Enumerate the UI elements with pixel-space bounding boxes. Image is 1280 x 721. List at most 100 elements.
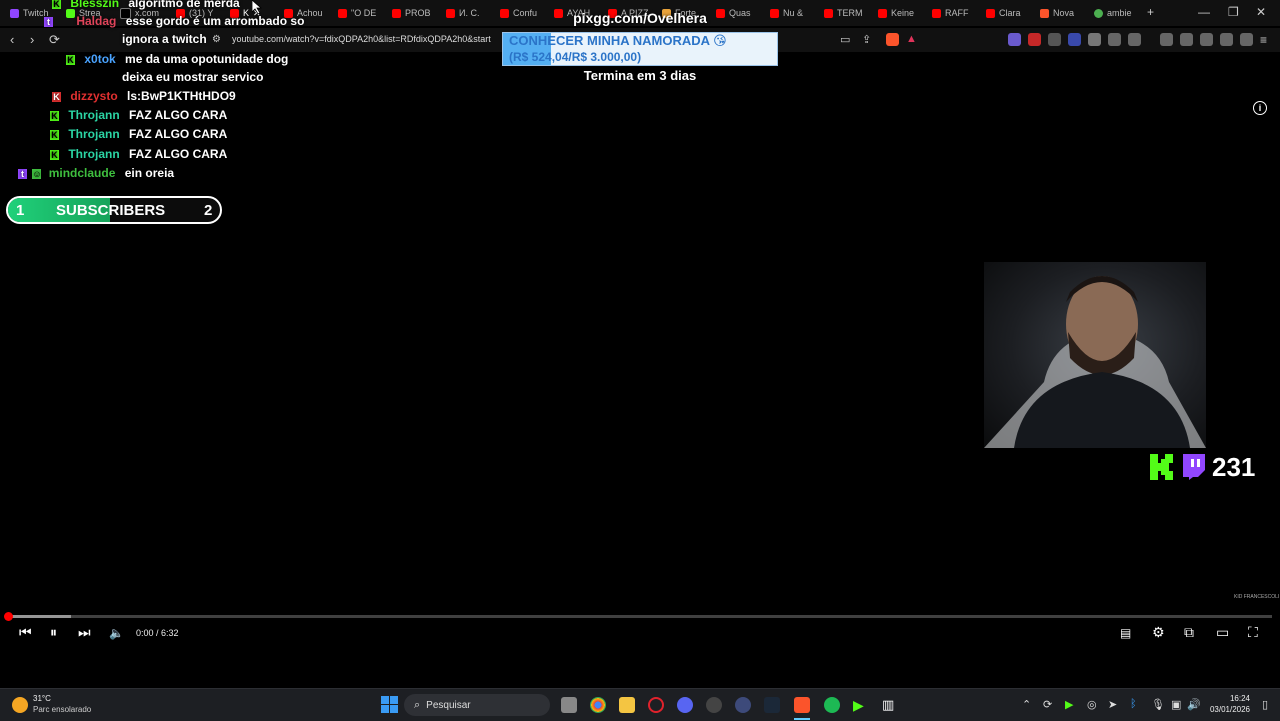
chat-text: ein oreia	[124, 166, 175, 180]
info-icon[interactable]: i	[1253, 101, 1267, 115]
chat-username: Blesszin	[70, 0, 120, 10]
chat-message: K Throjann FAZ ALGO CARA	[50, 127, 227, 141]
tray-icon[interactable]: ➤	[1108, 698, 1117, 711]
tab-label: PROB	[405, 8, 431, 18]
discord-icon[interactable]	[677, 697, 693, 713]
forward-icon[interactable]: ›	[30, 32, 34, 47]
weather-icon[interactable]	[12, 697, 28, 713]
tray-icon[interactable]: ◎	[1087, 698, 1097, 711]
theater-mode-icon[interactable]: ▭	[1216, 624, 1229, 641]
extension-icon[interactable]	[1008, 33, 1021, 46]
media-icon[interactable]	[1160, 33, 1173, 46]
volume-icon[interactable]: 🔈	[109, 626, 124, 640]
tray-overflow-icon[interactable]: ⌃	[1022, 698, 1031, 711]
extension-icon[interactable]	[1068, 33, 1081, 46]
wallet-icon[interactable]	[1200, 33, 1213, 46]
windows-start-icon[interactable]	[381, 696, 398, 713]
brave-icon[interactable]	[794, 697, 810, 713]
subtitles-icon[interactable]: ▤	[1120, 626, 1131, 640]
progress-track[interactable]	[8, 615, 1272, 618]
vpn-icon[interactable]	[1240, 33, 1253, 46]
watermark: KID FRANCESCOLI	[1234, 594, 1280, 600]
screenshot-icon[interactable]	[1128, 33, 1141, 46]
notifications-icon[interactable]: ▯	[1262, 698, 1268, 711]
tray-icon[interactable]: ⟳	[1043, 698, 1052, 711]
browser-tab[interactable]: RAFF	[932, 5, 980, 21]
clock-date[interactable]: 03/01/2026	[1206, 705, 1250, 714]
weather-description[interactable]: Parc ensolarado	[33, 705, 91, 714]
network-icon[interactable]: ▣	[1171, 698, 1181, 711]
leo-ai-icon[interactable]	[1220, 33, 1233, 46]
opera-icon[interactable]	[648, 697, 664, 713]
chat-username: x0tok	[84, 52, 116, 66]
spotify-icon[interactable]	[824, 697, 840, 713]
back-icon[interactable]: ‹	[10, 32, 14, 47]
next-icon[interactable]: ⏭	[78, 624, 91, 641]
task-view-icon[interactable]	[561, 697, 577, 713]
chrome-icon[interactable]	[590, 697, 606, 713]
browser-tab[interactable]: TERM	[824, 5, 872, 21]
extension-icon[interactable]	[1048, 33, 1061, 46]
file-explorer-icon[interactable]	[619, 697, 635, 713]
close-window-button[interactable]: ✕	[1256, 5, 1266, 19]
brave-icon	[1040, 8, 1049, 18]
share-icon[interactable]: ⇪	[862, 33, 871, 46]
pause-icon[interactable]: ⏸	[50, 624, 57, 641]
tab-label: Confu	[513, 8, 538, 18]
menu-icon[interactable]: ≡	[1260, 33, 1267, 47]
brave-shields-icon[interactable]	[886, 33, 899, 46]
youtube-icon	[986, 8, 995, 18]
subscriber-badge-icon: ☺	[32, 169, 42, 179]
miniplayer-icon[interactable]: ⧉	[1184, 624, 1194, 641]
browser-tab[interactable]: PROB	[392, 5, 440, 21]
brave-rewards-icon[interactable]: ▲	[906, 33, 919, 46]
previous-icon[interactable]: ⏮	[19, 624, 32, 641]
steam-icon[interactable]	[764, 697, 780, 713]
chrome-icon	[1094, 8, 1103, 18]
sidebar-icon[interactable]	[1180, 33, 1193, 46]
settings-icon[interactable]: ⚙	[1152, 624, 1165, 641]
app-icon[interactable]: ▥	[882, 697, 898, 713]
clock-time[interactable]: 16:24	[1210, 694, 1250, 703]
browser-tab[interactable]: Keine	[878, 5, 926, 21]
bluetooth-icon[interactable]: ᛒ	[1130, 698, 1137, 710]
speaker-icon[interactable]: 🔊	[1187, 698, 1201, 711]
url-field[interactable]: youtube.com/watch?v=fdixQDPA2h0&list=RDf…	[232, 34, 491, 44]
reload-icon[interactable]: ⟳	[49, 32, 60, 48]
viewer-count-widget: 231	[1150, 452, 1255, 482]
app-icon[interactable]	[735, 697, 751, 713]
windows-taskbar: 31°C Parc ensolarado ⌕ Pesquisar ▶ ▥ ⌃ ⟳…	[0, 688, 1280, 721]
extensions-puzzle-icon[interactable]	[1108, 33, 1121, 46]
extension-icon[interactable]	[1028, 33, 1041, 46]
chat-message: deixa eu mostrar servico	[122, 70, 263, 84]
microphone-icon[interactable]: 🎙	[1151, 698, 1165, 711]
site-settings-icon[interactable]: ⚙	[212, 34, 221, 45]
cast-icon[interactable]: ▭	[840, 33, 850, 46]
browser-tab[interactable]: Nova	[1040, 5, 1088, 21]
weather-temp[interactable]: 31°C	[33, 694, 51, 703]
tab-label: И. С.	[459, 8, 480, 18]
tray-icon[interactable]: ▶	[1065, 698, 1073, 711]
extension-icon[interactable]	[1088, 33, 1101, 46]
browser-tab[interactable]: Clara	[986, 5, 1034, 21]
browser-tab[interactable]: ambie	[1094, 5, 1138, 21]
fullscreen-icon[interactable]: ⛶	[1248, 624, 1258, 641]
youtube-icon	[878, 8, 887, 18]
progress-scrubber[interactable]	[4, 612, 13, 621]
app-icon[interactable]: ▶	[853, 697, 869, 713]
browser-tab[interactable]: "O DE	[338, 5, 386, 21]
minimize-button[interactable]: —	[1198, 5, 1210, 19]
donation-goal-title: CONHECER MINHA NAMORADA 😘	[509, 33, 727, 48]
new-tab-button[interactable]: +	[1147, 5, 1154, 19]
kick-badge-icon: K	[66, 55, 75, 65]
chat-username: Throjann	[68, 147, 120, 161]
browser-tab[interactable]: Nu &	[770, 5, 818, 21]
tab-label: Quas	[729, 8, 751, 18]
browser-tab[interactable]: И. С.	[446, 5, 494, 21]
browser-tab[interactable]: Quas	[716, 5, 764, 21]
maximize-button[interactable]: ❐	[1228, 5, 1239, 19]
obs-icon[interactable]	[706, 697, 722, 713]
youtube-icon	[932, 8, 941, 18]
taskbar-search[interactable]: ⌕ Pesquisar	[404, 694, 550, 716]
browser-tab[interactable]: Confu	[500, 5, 548, 21]
